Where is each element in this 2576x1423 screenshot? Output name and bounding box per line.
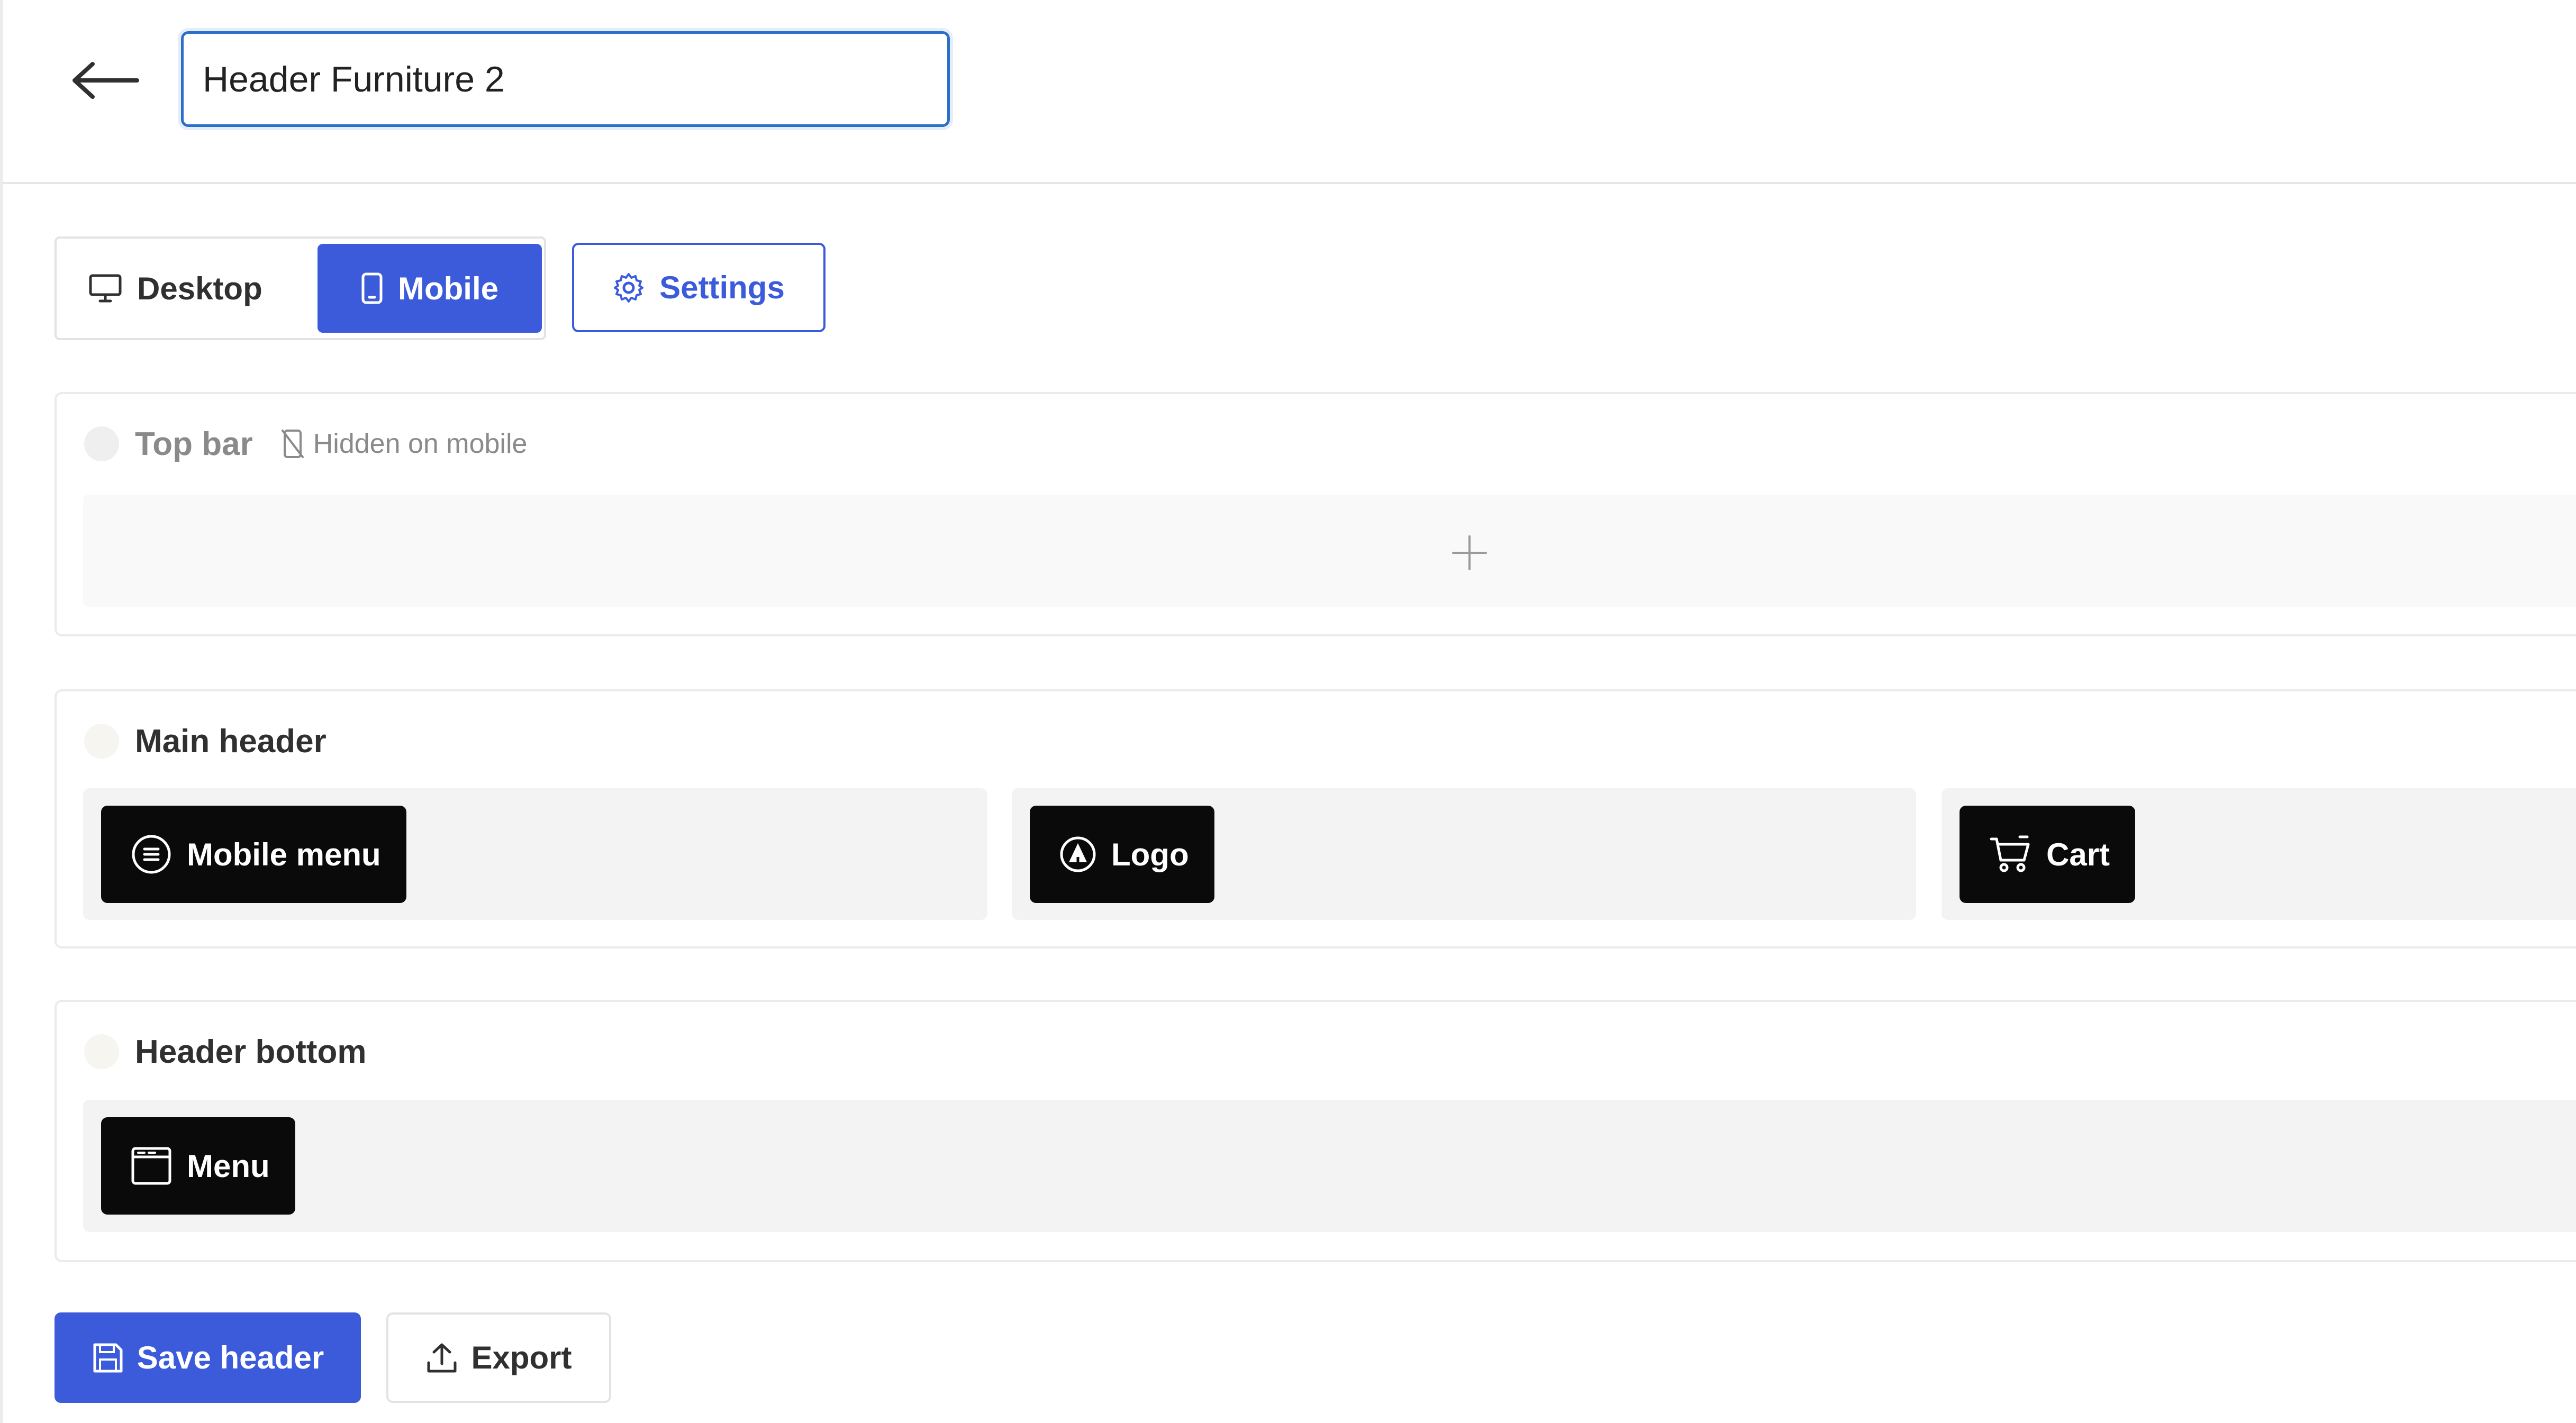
section-title: Main header — [135, 723, 326, 760]
upload-icon — [425, 1342, 458, 1374]
header-name-input[interactable] — [181, 31, 950, 127]
block-label: Mobile menu — [187, 836, 381, 872]
list-circle-icon — [131, 834, 172, 875]
export-button[interactable]: Export — [386, 1312, 611, 1403]
section-toggle[interactable] — [84, 426, 119, 461]
arrow-left-icon — [72, 62, 139, 99]
block-label: Logo — [1111, 836, 1189, 872]
section-header-bottom: Header bottom Menu — [55, 1000, 2576, 1262]
slot-left[interactable]: Mobile menu — [83, 788, 987, 920]
section-top-bar: Top bar Hidden on mobile — [55, 392, 2576, 636]
title-bar — [3, 0, 2576, 184]
tab-desktop[interactable]: Desktop — [88, 244, 332, 333]
add-block-button[interactable] — [1438, 521, 1501, 585]
block-menu[interactable]: Menu — [101, 1117, 295, 1215]
slot-right[interactable]: Cart — [1942, 788, 2576, 920]
save-icon — [92, 1342, 124, 1374]
tab-mobile-label: Mobile — [398, 270, 498, 306]
window-icon — [131, 1145, 172, 1187]
hidden-on-mobile-note: Hidden on mobile — [280, 428, 528, 460]
block-mobile-menu[interactable]: Mobile menu — [101, 806, 406, 903]
tab-desktop-label: Desktop — [137, 270, 262, 306]
save-header-label: Save header — [137, 1340, 324, 1375]
section-top-bar-header: Top bar Hidden on mobile — [84, 423, 527, 465]
top-bar-drop-zone[interactable] — [83, 495, 2576, 607]
back-button[interactable] — [69, 55, 143, 106]
desktop-icon — [88, 273, 122, 303]
section-header-bottom-header: Header bottom — [84, 1030, 366, 1073]
gear-icon — [613, 272, 645, 304]
device-toggle: Desktop Mobile — [55, 236, 546, 340]
logo-icon — [1059, 836, 1096, 873]
export-label: Export — [471, 1340, 572, 1375]
header-builder-page: Desktop Mobile Settings Top bar — [0, 0, 2576, 1423]
save-header-button[interactable]: Save header — [55, 1312, 361, 1403]
block-logo[interactable]: Logo — [1030, 806, 1214, 903]
settings-label: Settings — [659, 270, 785, 305]
section-title: Header bottom — [135, 1033, 367, 1070]
section-title: Top bar — [135, 425, 253, 462]
section-toggle[interactable] — [84, 1034, 119, 1069]
section-toggle[interactable] — [84, 724, 119, 759]
block-label: Cart — [2046, 836, 2110, 872]
mobile-icon — [361, 272, 383, 305]
tab-mobile[interactable]: Mobile — [318, 244, 542, 333]
plus-icon — [1452, 535, 1487, 570]
left-divider — [0, 0, 3, 1423]
cart-icon — [1989, 835, 2031, 874]
settings-button[interactable]: Settings — [572, 243, 826, 332]
mobile-off-icon — [280, 428, 305, 459]
hidden-note-label: Hidden on mobile — [313, 428, 528, 459]
slot-bottom[interactable]: Menu — [83, 1100, 2576, 1232]
slot-center[interactable]: Logo — [1012, 788, 1916, 920]
section-main-header-header: Main header — [84, 720, 326, 762]
section-main-header: Main header Mobile menu Logo Cart — [55, 689, 2576, 948]
block-label: Menu — [187, 1148, 270, 1184]
block-cart[interactable]: Cart — [1960, 806, 2136, 903]
